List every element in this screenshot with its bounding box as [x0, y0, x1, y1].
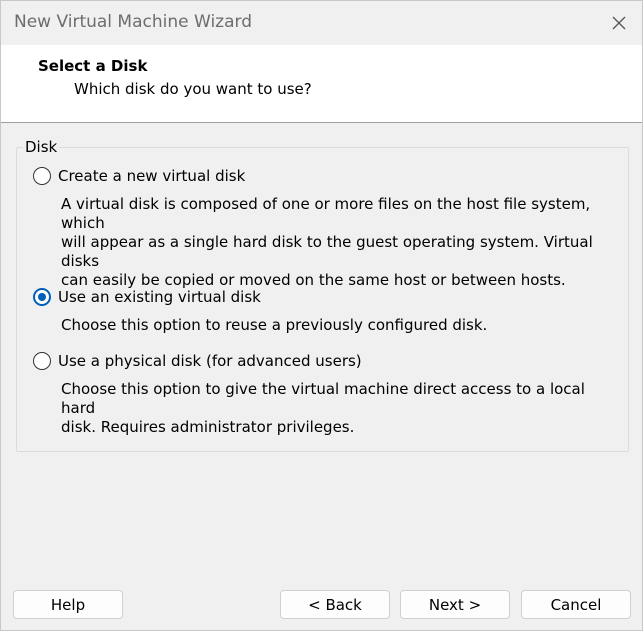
option-label: Create a new virtual disk — [58, 167, 246, 185]
option-use-existing-disk[interactable]: Use an existing virtual disk — [33, 288, 261, 306]
wizard-window: New Virtual Machine Wizard Select a Disk… — [0, 0, 643, 631]
title-bar: New Virtual Machine Wizard — [1, 1, 642, 45]
description-line: disk. Requires administrator privileges. — [61, 418, 355, 436]
description-line: will appear as a single hard disk to the… — [61, 233, 593, 270]
description-line: Choose this option to give the virtual m… — [61, 380, 585, 417]
option-create-new-disk[interactable]: Create a new virtual disk — [33, 167, 245, 185]
wizard-header: Select a Disk Which disk do you want to … — [1, 45, 642, 123]
option-description: Choose this option to reuse a previously… — [61, 316, 621, 335]
option-description: Choose this option to give the virtual m… — [61, 380, 621, 437]
option-description: A virtual disk is composed of one or mor… — [61, 195, 621, 290]
close-icon — [612, 16, 626, 30]
option-label: Use a physical disk (for advanced users) — [58, 352, 362, 370]
help-button[interactable]: Help — [13, 590, 123, 619]
back-button[interactable]: < Back — [280, 590, 390, 619]
cancel-button[interactable]: Cancel — [521, 590, 631, 619]
radio-use-physical-disk[interactable] — [33, 352, 51, 370]
description-line: A virtual disk is composed of one or mor… — [61, 195, 591, 232]
page-subtitle: Which disk do you want to use? — [74, 80, 312, 98]
window-title: New Virtual Machine Wizard — [14, 12, 252, 32]
radio-use-existing-disk[interactable] — [33, 288, 51, 306]
groupbox-legend: Disk — [23, 138, 60, 156]
page-title: Select a Disk — [38, 57, 148, 75]
option-use-physical-disk[interactable]: Use a physical disk (for advanced users) — [33, 352, 362, 370]
next-button[interactable]: Next > — [400, 590, 510, 619]
radio-create-new-disk[interactable] — [33, 167, 51, 185]
close-button[interactable] — [596, 1, 642, 45]
option-label: Use an existing virtual disk — [58, 288, 261, 306]
description-line: Choose this option to reuse a previously… — [61, 316, 488, 334]
